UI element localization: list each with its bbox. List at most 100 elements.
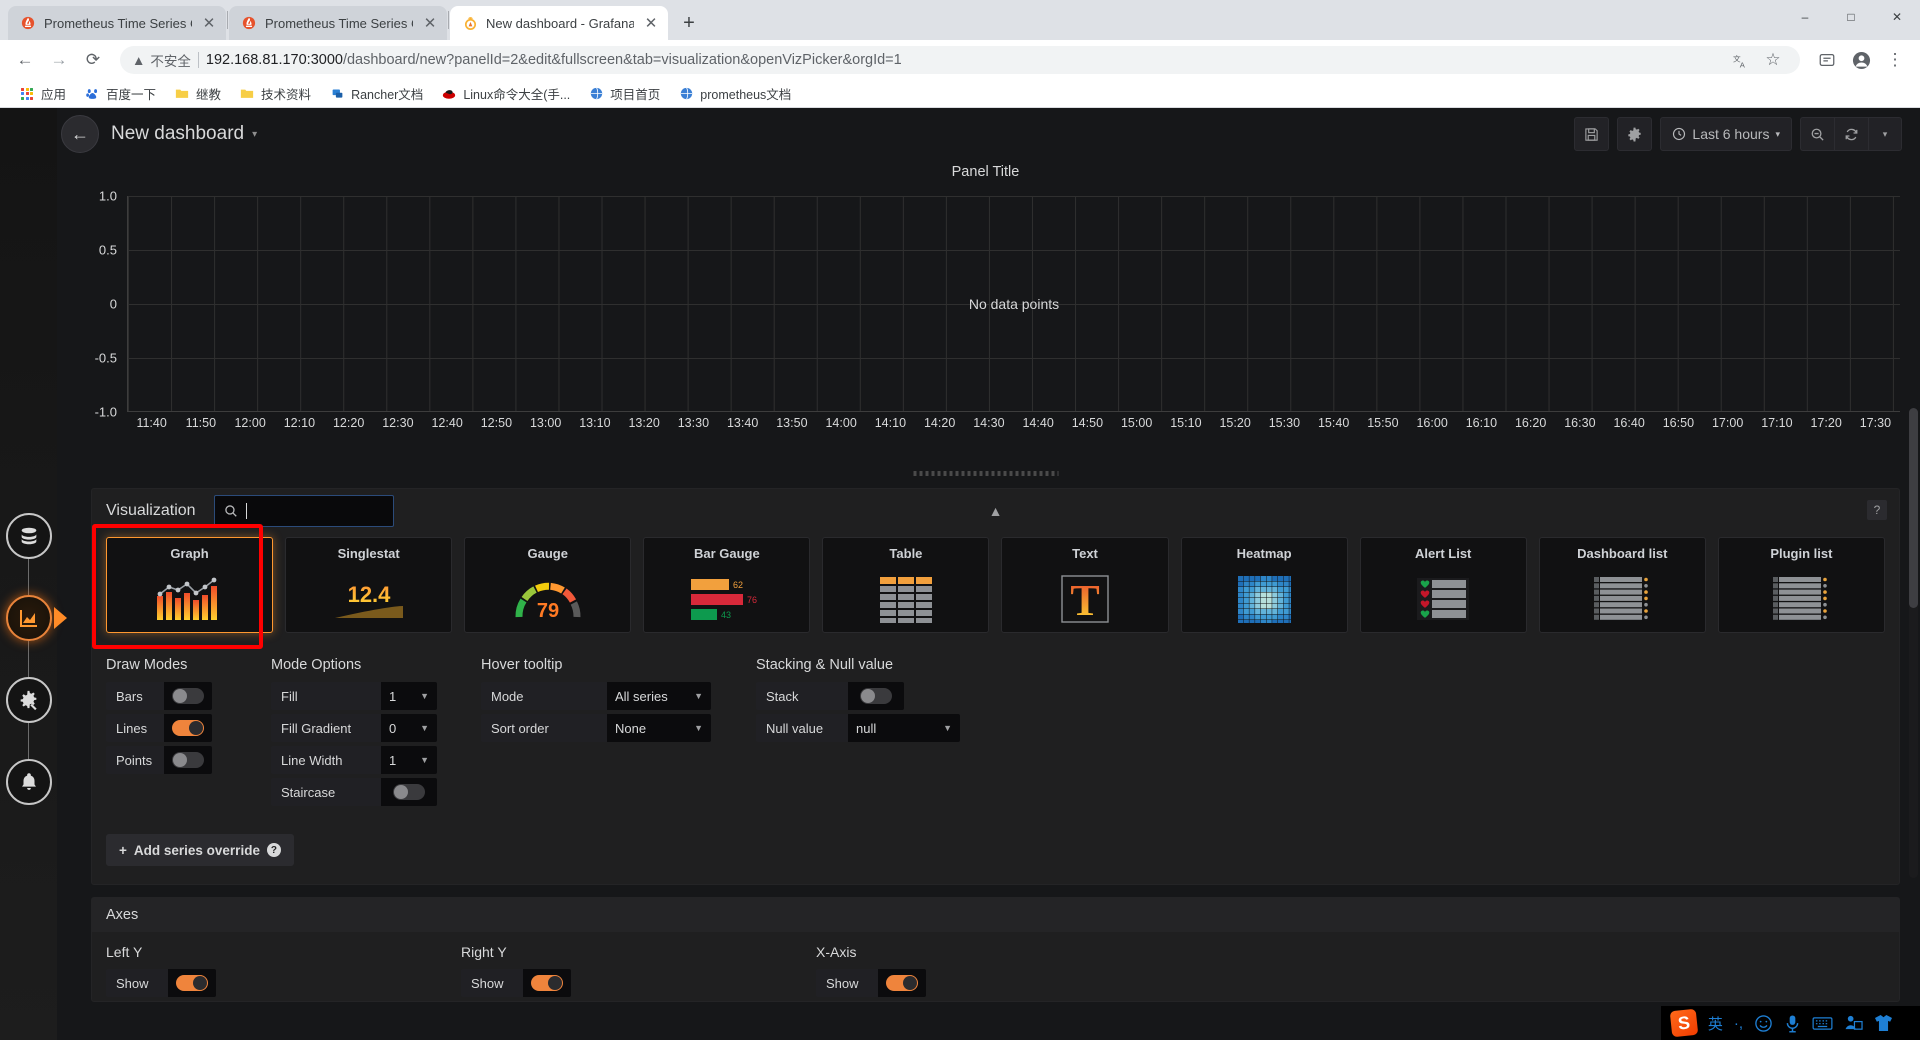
option-lines[interactable]: Lines	[106, 714, 261, 742]
star-icon[interactable]: ☆	[1758, 45, 1788, 75]
fill-gradient-select[interactable]: 0 ▼	[381, 714, 437, 742]
skin-shirt-icon[interactable]	[1874, 1014, 1893, 1032]
stack-toggle[interactable]	[848, 682, 904, 710]
x-axis-show-toggle[interactable]	[878, 969, 926, 997]
bars-toggle[interactable]	[164, 682, 212, 710]
option-fill-gradient[interactable]: Fill Gradient 0 ▼	[271, 714, 471, 742]
maximize-button[interactable]: □	[1828, 0, 1874, 34]
bookmark-baidu[interactable]: 百度一下	[77, 81, 163, 106]
back-icon[interactable]: ←	[10, 45, 40, 75]
chinese-english-toggle-icon[interactable]: 英	[1708, 1013, 1723, 1034]
bookmark-folder-tech[interactable]: 技术资料	[232, 81, 318, 106]
sidebar-item-visualization[interactable]	[5, 595, 52, 641]
viz-option-table[interactable]: Table	[822, 537, 990, 633]
points-toggle[interactable]	[164, 746, 212, 774]
close-icon[interactable]: ✕	[642, 14, 660, 32]
kebab-menu-icon[interactable]: ⋮	[1880, 45, 1910, 75]
fill-select[interactable]: 1 ▼	[381, 682, 437, 710]
option-null-value[interactable]: Null value null ▼	[756, 714, 1006, 742]
staircase-toggle[interactable]	[381, 778, 437, 806]
keyboard-icon[interactable]	[1812, 1016, 1833, 1031]
sort-order-select[interactable]: None ▼	[607, 714, 711, 742]
viz-option-dashboardlist[interactable]: Dashboard list	[1538, 537, 1706, 633]
bookmark-label: 技术资料	[261, 88, 312, 102]
viz-option-pluginlist[interactable]: Plugin list	[1717, 537, 1885, 633]
panel-title[interactable]: Panel Title	[71, 160, 1900, 180]
chart-canvas[interactable]: No data points	[127, 196, 1900, 412]
close-icon[interactable]: ✕	[421, 14, 439, 32]
panel-resize-handle[interactable]	[913, 471, 1058, 476]
new-tab-button[interactable]: +	[674, 8, 704, 38]
zoom-out-button[interactable]	[1800, 117, 1834, 151]
profile-avatar-icon[interactable]	[1846, 45, 1876, 75]
left-y-show-toggle[interactable]	[168, 969, 216, 997]
option-tooltip-mode[interactable]: Mode All series ▼	[481, 682, 746, 710]
viz-option-gauge[interactable]: Gauge 79	[464, 537, 632, 633]
viz-option-bargauge[interactable]: Bar Gauge 62 76 43	[643, 537, 811, 633]
lines-toggle[interactable]	[164, 714, 212, 742]
extensions-icon[interactable]	[1812, 45, 1842, 75]
sogou-logo-icon[interactable]: S	[1669, 1008, 1699, 1038]
viz-option-graph[interactable]: Graph	[92, 524, 274, 649]
viz-option-alertlist[interactable]: Alert List	[1359, 537, 1527, 633]
bookmark-project-home[interactable]: 项目首页	[581, 81, 667, 106]
minimize-button[interactable]: –	[1782, 0, 1828, 34]
sidebar-item-alert[interactable]	[5, 759, 52, 805]
question-mark-icon[interactable]: ?	[1867, 500, 1887, 520]
refresh-interval-dropdown[interactable]: ▾	[1868, 117, 1902, 151]
bookmark-prometheus-docs[interactable]: prometheus文档	[671, 81, 798, 106]
axes-section-title[interactable]: Axes	[92, 898, 1899, 932]
bookmark-rancher[interactable]: Rancher文档	[322, 81, 430, 106]
option-fill[interactable]: Fill 1 ▼	[271, 682, 471, 710]
browser-tab-active[interactable]: New dashboard - Grafana ✕	[450, 6, 668, 40]
viz-option-singlestat[interactable]: Singlestat 12.4	[285, 537, 453, 633]
emoji-icon[interactable]	[1754, 1014, 1773, 1033]
bookmark-linux-cmds[interactable]: Linux命令大全(手...	[434, 81, 577, 106]
close-window-button[interactable]: ✕	[1874, 0, 1920, 34]
option-line-width[interactable]: Line Width 1 ▼	[271, 746, 471, 774]
add-series-override-button[interactable]: + Add series override ?	[106, 834, 294, 866]
left-y-show-row[interactable]: Show	[106, 969, 461, 997]
viz-option-text[interactable]: Text T	[1001, 537, 1169, 633]
right-y-show-toggle[interactable]	[523, 969, 571, 997]
chevron-up-icon[interactable]: ▲	[989, 503, 1003, 519]
option-sort-order[interactable]: Sort order None ▼	[481, 714, 746, 742]
option-bars[interactable]: Bars	[106, 682, 261, 710]
sidebar-item-queries[interactable]	[5, 513, 52, 559]
right-y-show-row[interactable]: Show	[461, 969, 816, 997]
back-arrow-icon[interactable]: ←	[61, 115, 99, 153]
reload-icon[interactable]: ⟳	[78, 45, 108, 75]
option-staircase[interactable]: Staircase	[271, 778, 471, 806]
search-input[interactable]	[213, 495, 394, 527]
close-icon[interactable]: ✕	[200, 14, 218, 32]
time-range-picker[interactable]: Last 6 hours ▾	[1660, 117, 1792, 151]
chevron-down-icon[interactable]: ▾	[252, 129, 257, 140]
bookmark-folder-jijiao[interactable]: 继教	[167, 81, 228, 106]
x-axis-show-row[interactable]: Show	[816, 969, 1171, 997]
user-toolbox-icon[interactable]	[1844, 1014, 1863, 1032]
line-width-select[interactable]: 1 ▼	[381, 746, 437, 774]
bookmark-apps[interactable]: 应用	[12, 81, 73, 106]
question-mark-icon[interactable]: ?	[266, 843, 281, 857]
translate-icon[interactable]: 文A	[1726, 45, 1756, 75]
forward-icon[interactable]: →	[44, 45, 74, 75]
editor-scrollbar[interactable]	[1909, 408, 1918, 878]
scrollbar-thumb[interactable]	[1909, 408, 1918, 608]
refresh-button[interactable]	[1834, 117, 1868, 151]
page-title[interactable]: New dashboard	[111, 123, 244, 145]
punctuation-icon[interactable]: ·,	[1734, 1015, 1743, 1032]
null-value-select[interactable]: null ▼	[848, 714, 960, 742]
viz-option-heatmap[interactable]: Heatmap	[1180, 537, 1348, 633]
not-secure-indicator[interactable]: ▲ 不安全	[132, 50, 191, 70]
dashboard-settings-button[interactable]	[1617, 117, 1653, 151]
sidebar-item-general[interactable]	[5, 677, 52, 723]
option-stack[interactable]: Stack	[756, 682, 1006, 710]
microphone-icon[interactable]	[1784, 1014, 1801, 1033]
browser-tab[interactable]: Prometheus Time Series Colle ✕	[8, 6, 226, 40]
option-points[interactable]: Points	[106, 746, 261, 774]
tooltip-mode-select[interactable]: All series ▼	[607, 682, 711, 710]
address-bar[interactable]: ▲ 不安全 192.168.81.170:3000/dashboard/new?…	[120, 46, 1800, 74]
save-dashboard-button[interactable]	[1574, 117, 1610, 151]
refresh-group: ▾	[1800, 117, 1902, 151]
browser-tab[interactable]: Prometheus Time Series Colle ✕	[229, 6, 447, 40]
